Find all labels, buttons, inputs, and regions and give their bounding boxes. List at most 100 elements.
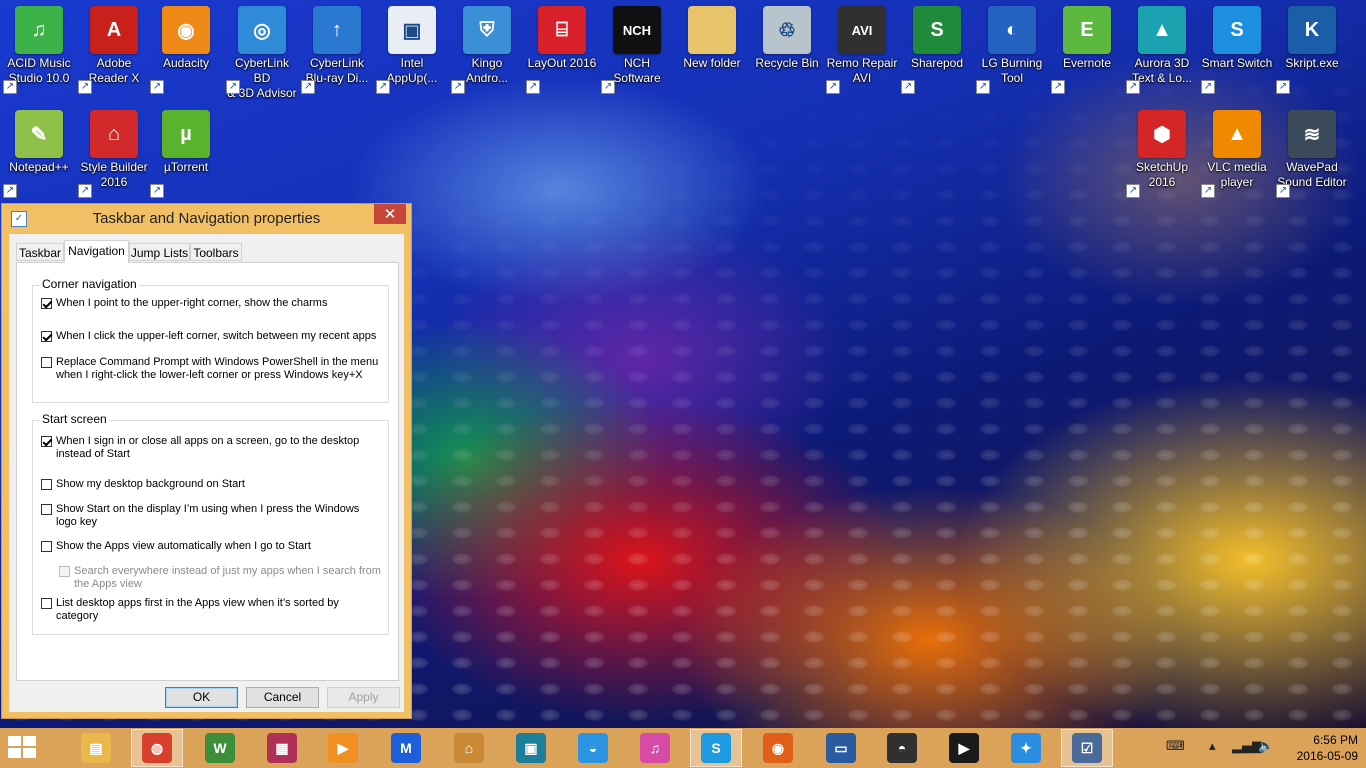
dialog-titlebar[interactable]: ✓ Taskbar and Navigation properties ✕ (2, 204, 411, 234)
cancel-button[interactable]: Cancel (246, 687, 319, 708)
taskbar-button[interactable]: ▦ (256, 729, 308, 767)
vlc-icon: ▲ (1213, 110, 1261, 158)
taskbar-button[interactable]: ✦ (1000, 729, 1052, 767)
shortcut-arrow-icon: ↗ (226, 80, 240, 94)
taskbar-button[interactable]: ▭ (815, 729, 867, 767)
navigation-tab-page: Corner navigation When I point to the up… (16, 262, 399, 681)
option-row[interactable]: List desktop apps first in the Apps view… (41, 597, 381, 623)
tab-navigation[interactable]: Navigation (64, 240, 129, 263)
desktop-icon[interactable]: S ↗ Smart Switch (1199, 0, 1275, 96)
desktop-icon[interactable]: E ↗ Evernote (1049, 0, 1125, 96)
start-button[interactable] (8, 736, 38, 760)
desktop-icon[interactable]: ✎ ↗ Notepad++ (1, 104, 77, 200)
desktop-icon[interactable]: ◐ ↗ LG Burning Tool (974, 0, 1050, 96)
desktop-icon[interactable]: ⌂ ↗ Style Builder 2016 (76, 104, 152, 200)
option-label: Show my desktop background on Start (56, 478, 245, 490)
option-row[interactable]: When I click the upper-left corner, swit… (41, 330, 381, 343)
checkbox[interactable] (41, 298, 52, 309)
desktop-icon[interactable]: ◎ ↗CyberLink BD & 3D Advisor (224, 0, 300, 100)
taskbar-button[interactable]: ⌂ (443, 729, 495, 767)
keyboard-icon[interactable]: ⌨ (1166, 739, 1185, 754)
clock-date[interactable]: 2016-05-09 (1278, 749, 1358, 763)
taskbar-button[interactable]: ▶ (938, 729, 990, 767)
checkbox[interactable] (41, 357, 52, 368)
desktop-icon[interactable]: ♲ Recycle Bin (749, 0, 825, 96)
taskbar-button[interactable]: M (380, 729, 432, 767)
apply-button[interactable]: Apply (327, 687, 400, 708)
close-button[interactable]: ✕ (374, 204, 406, 224)
desktop-icon[interactable]: ◉ ↗ Audacity (148, 0, 224, 96)
desktop-icon[interactable]: ▣ ↗ Intel AppUp(... (374, 0, 450, 96)
desktop-icon[interactable]: K ↗ Skript.exe (1274, 0, 1350, 96)
desktop-icon[interactable]: ▲ ↗ VLC media player (1199, 104, 1275, 200)
desktop-icon[interactable]: S ↗ Sharepod (899, 0, 975, 96)
taskbar-button[interactable]: ◓ (876, 729, 928, 767)
checkbox[interactable] (41, 436, 52, 447)
adobe-reader-icon: A (90, 6, 138, 54)
option-row[interactable]: Show the Apps view automatically when I … (41, 540, 381, 553)
kingo-android-icon: ⛨ (463, 6, 511, 54)
desktop-icon[interactable]: ↑ ↗ CyberLink Blu-ray Di... (299, 0, 375, 96)
shortcut-arrow-icon: ↗ (526, 80, 540, 94)
option-row[interactable]: Replace Command Prompt with Windows Powe… (41, 356, 381, 382)
clock-time[interactable]: 6:56 PM (1278, 733, 1358, 747)
taskbar-button[interactable]: ♫ (629, 729, 681, 767)
taskbar-button[interactable]: ◒ (567, 729, 619, 767)
desktop-icon[interactable]: AVI ↗ Remo Repair AVI (824, 0, 900, 96)
desktop-icon[interactable]: ♫ ↗ ACID Music Studio 10.0 (1, 0, 77, 96)
desktop-icon[interactable]: ⬢ ↗ SketchUp 2016 (1124, 104, 1200, 200)
option-row[interactable]: Show Start on the display I’m using when… (41, 503, 381, 529)
checkbox[interactable] (41, 504, 52, 515)
taskbar-button[interactable]: S (690, 729, 742, 767)
option-row[interactable]: When I sign in or close all apps on a sc… (41, 435, 381, 461)
desktop-icon-label: CyberLink BD & 3D Advisor (227, 56, 297, 100)
desktop-icon-label: Sharepod (910, 56, 964, 70)
taskbar-button[interactable]: W (194, 729, 246, 767)
start-screen-group: Start screen When I sign in or close all… (32, 412, 389, 635)
shortcut-arrow-icon: ↗ (3, 184, 17, 198)
checkbox[interactable] (41, 598, 52, 609)
shortcut-arrow-icon: ↗ (1126, 80, 1140, 94)
desktop-icon[interactable]: µ ↗ µTorrent (148, 104, 224, 200)
folder-icon (688, 6, 736, 54)
shortcut-arrow-icon: ↗ (78, 184, 92, 198)
desktop-icon[interactable]: NCH ↗ NCH Software (599, 0, 675, 96)
start-screen-title: Start screen (40, 412, 109, 426)
desktop-icon[interactable]: A ↗ Adobe Reader X (76, 0, 152, 96)
file-explorer-icon: ▤ (81, 733, 111, 763)
checkbox[interactable] (41, 479, 52, 490)
qq-icon: ◒ (578, 733, 608, 763)
option-row[interactable]: Show my desktop background on Start (41, 478, 381, 491)
taskbar-button[interactable]: ▤ (70, 729, 122, 767)
desktop-icon[interactable]: ≋ ↗ WavePad Sound Editor (1274, 104, 1350, 200)
taskbar-button[interactable]: ◍ (131, 729, 183, 767)
desktop-icon[interactable]: ⌸ ↗ LayOut 2016 (524, 0, 600, 96)
tab-toolbars[interactable]: Toolbars (190, 243, 242, 261)
corner-navigation-group: Corner navigation When I point to the up… (32, 277, 389, 403)
taskbar-button[interactable]: ▶ (317, 729, 369, 767)
taskbar-button[interactable]: ◉ (752, 729, 804, 767)
taskbar-button[interactable]: ☑ (1061, 729, 1113, 767)
nch-software-icon: NCH (613, 6, 661, 54)
option-label: Show the Apps view automatically when I … (56, 540, 311, 552)
sketchup-icon: ⬢ (1138, 110, 1186, 158)
corner-navigation-title: Corner navigation (40, 277, 139, 291)
volume-icon[interactable]: 🔈 (1258, 739, 1274, 754)
ok-button[interactable]: OK (165, 687, 238, 708)
desktop-icon[interactable]: ▲ ↗ Aurora 3D Text & Lo... (1124, 0, 1200, 96)
tab-taskbar[interactable]: Taskbar (16, 243, 64, 261)
checkbox[interactable] (41, 331, 52, 342)
desktop-icon[interactable]: ⛨ ↗ Kingo Andro... (449, 0, 525, 96)
taskbar-button[interactable]: ▣ (505, 729, 557, 767)
video-editor-icon: ▣ (516, 733, 546, 763)
show-hidden-icons-icon[interactable]: ▴ (1209, 739, 1216, 754)
chrome-icon: ◍ (142, 733, 172, 763)
shortcut-arrow-icon: ↗ (1276, 80, 1290, 94)
desktop-icon-label: µTorrent (163, 160, 209, 174)
tab-jump-lists[interactable]: Jump Lists (129, 243, 190, 261)
checkbox[interactable] (41, 541, 52, 552)
bank-icon: ⌂ (454, 733, 484, 763)
option-row[interactable]: When I point to the upper-right corner, … (41, 297, 381, 310)
desktop-icon[interactable]: New folder (674, 0, 750, 96)
skript-icon: K (1288, 6, 1336, 54)
